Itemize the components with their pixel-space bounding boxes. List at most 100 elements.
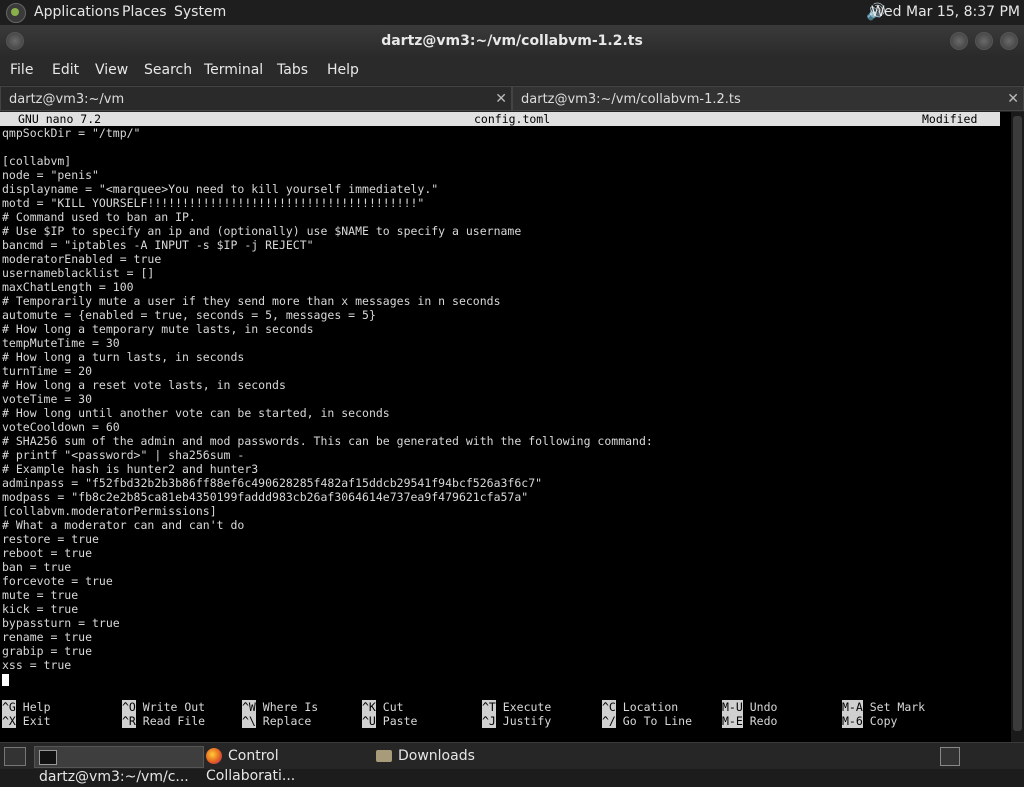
taskbar-item-browser[interactable]: Control Collaborati... <box>206 746 366 784</box>
shortcut-label: Cut <box>382 700 404 714</box>
buffer-line: ban = true <box>2 560 72 574</box>
menu-edit[interactable]: Edit <box>52 62 79 78</box>
menu-help[interactable]: Help <box>327 62 359 78</box>
terminal-scrollbar[interactable] <box>1011 112 1024 742</box>
buffer-line: # Example hash is hunter2 and hunter3 <box>2 462 259 476</box>
maximize-button[interactable] <box>975 32 993 50</box>
buffer-line: xss = true <box>2 658 72 672</box>
menu-file[interactable]: File <box>10 62 33 78</box>
tab-label: dartz@vm3:~/vm <box>9 92 125 107</box>
buffer-line: motd = "KILL YOURSELF!!!!!!!!!!!!!!!!!!!… <box>2 196 425 210</box>
shortcut-label: Exit <box>22 714 51 728</box>
firefox-icon <box>206 748 222 764</box>
buffer-line: displayname = "<marquee>You need to kill… <box>2 182 439 196</box>
shortcut-label: Write Out <box>142 700 206 714</box>
nano-header: GNU nano 7.2 config.toml Modified <box>0 112 1000 126</box>
buffer-line: bypassturn = true <box>2 616 120 630</box>
taskbar-label: Downloads <box>398 748 475 764</box>
buffer-line: voteTime = 30 <box>2 392 93 406</box>
shortcut-item: ^U Paste <box>362 714 417 728</box>
tab-vm[interactable]: dartz@vm3:~/vm ✕ <box>0 86 512 111</box>
buffer-line: usernameblacklist = [] <box>2 266 155 280</box>
shortcut-key: ^/ <box>602 714 616 728</box>
window-title: dartz@vm3:~/vm/collabvm-1.2.ts <box>381 33 643 49</box>
cursor-line <box>2 672 1002 686</box>
shortcut-item: ^C Location <box>602 700 678 714</box>
menu-terminal[interactable]: Terminal <box>204 62 263 78</box>
buffer-line: # Temporarily mute a user if they send m… <box>2 294 501 308</box>
window-menu-button[interactable] <box>6 32 24 50</box>
shortcut-item: ^X Exit <box>2 714 51 728</box>
show-desktop-icon[interactable] <box>4 747 26 766</box>
shortcut-label: Where Is <box>262 700 319 714</box>
shortcut-key: M-A <box>842 700 863 714</box>
buffer-line: node = "penis" <box>2 168 99 182</box>
window-titlebar[interactable]: dartz@vm3:~/vm/collabvm-1.2.ts <box>0 25 1024 57</box>
scrollbar-thumb[interactable] <box>1013 116 1022 731</box>
buffer-line: tempMuteTime = 30 <box>2 336 120 350</box>
buffer-line: # How long a reset vote lasts, in second… <box>2 378 286 392</box>
clock[interactable]: Wed Mar 15, 8:37 PM <box>871 4 1020 20</box>
shortcut-item: ^W Where Is <box>242 700 318 714</box>
buffer-line: voteCooldown = 60 <box>2 420 120 434</box>
shortcut-key: ^C <box>602 700 616 714</box>
terminal-icon <box>39 749 57 765</box>
places-menu[interactable]: Places <box>122 4 167 20</box>
taskbar-item-terminal[interactable]: dartz@vm3:~/vm/c... <box>34 746 204 785</box>
shortcut-label: Copy <box>869 714 898 728</box>
buffer-line: # How long until another vote can be sta… <box>2 406 390 420</box>
buffer-line: # What a moderator can and can't do <box>2 518 245 532</box>
text-cursor <box>2 673 9 686</box>
shortcut-key: ^U <box>362 714 376 728</box>
shortcut-label: Justify <box>502 714 552 728</box>
shortcut-key: ^O <box>122 700 136 714</box>
nano-filename: config.toml <box>474 112 551 126</box>
minimize-button[interactable] <box>950 32 968 50</box>
buffer-line: # How long a turn lasts, in seconds <box>2 350 245 364</box>
shortcut-label: Undo <box>749 700 778 714</box>
system-menu[interactable]: System <box>174 4 226 20</box>
buffer-line: # How long a temporary mute lasts, in se… <box>2 322 314 336</box>
terminal-area[interactable]: GNU nano 7.2 config.toml Modified qmpSoc… <box>0 112 1011 742</box>
nano-buffer[interactable]: qmpSockDir = "/tmp/" [collabvm] node = "pe… <box>2 126 1002 686</box>
close-icon[interactable]: ✕ <box>495 87 507 112</box>
terminal-menubar: File Edit View Search Terminal Tabs Help <box>0 57 1024 85</box>
shortcut-key: ^R <box>122 714 136 728</box>
nano-version: GNU nano 7.2 <box>18 112 102 126</box>
shortcut-label: Replace <box>262 714 312 728</box>
taskbar-item-downloads[interactable]: Downloads <box>376 746 496 766</box>
applications-menu[interactable]: Applications <box>34 4 120 20</box>
workspace-switcher-icon[interactable] <box>940 747 960 766</box>
close-icon[interactable]: ✕ <box>1007 87 1019 112</box>
shortcut-item: ^K Cut <box>362 700 404 714</box>
buffer-line: moderatorEnabled = true <box>2 252 162 266</box>
shortcut-item: ^G Help <box>2 700 51 714</box>
shortcut-item: ^/ Go To Line <box>602 714 692 728</box>
buffer-line: grabip = true <box>2 644 93 658</box>
buffer-line: turnTime = 20 <box>2 364 93 378</box>
buffer-line: modpass = "fb8c2e2b85ca81eb4350199faddd9… <box>2 490 529 504</box>
bottom-panel: dartz@vm3:~/vm/c... Control Collaborati.… <box>0 742 1024 785</box>
buffer-line: forcevote = true <box>2 574 113 588</box>
distro-logo-icon[interactable] <box>6 3 26 23</box>
menu-tabs[interactable]: Tabs <box>277 62 308 78</box>
buffer-line: [collabvm] <box>2 154 72 168</box>
buffer-line: # Command used to ban an IP. <box>2 210 196 224</box>
menu-search[interactable]: Search <box>144 62 192 78</box>
close-button[interactable] <box>1000 32 1018 50</box>
buffer-line: restore = true <box>2 532 99 546</box>
buffer-line: rename = true <box>2 630 93 644</box>
shortcut-key: ^X <box>2 714 16 728</box>
terminal-tabs: dartz@vm3:~/vm ✕ dartz@vm3:~/vm/collabvm… <box>0 85 1024 112</box>
top-panel: Applications Places System 🔊 Wed Mar 15,… <box>0 0 1024 25</box>
shortcut-item: M-A Set Mark <box>842 700 925 714</box>
buffer-line: # printf "<password>" | sha256sum - <box>2 448 245 462</box>
shortcut-key: ^\ <box>242 714 256 728</box>
shortcut-label: Redo <box>749 714 778 728</box>
buffer-line: reboot = true <box>2 546 93 560</box>
buffer-line: automute = {enabled = true, seconds = 5,… <box>2 308 376 322</box>
buffer-line: mute = true <box>2 588 79 602</box>
shortcut-key: ^J <box>482 714 496 728</box>
menu-view[interactable]: View <box>95 62 128 78</box>
tab-collabvm[interactable]: dartz@vm3:~/vm/collabvm-1.2.ts ✕ <box>512 86 1024 111</box>
